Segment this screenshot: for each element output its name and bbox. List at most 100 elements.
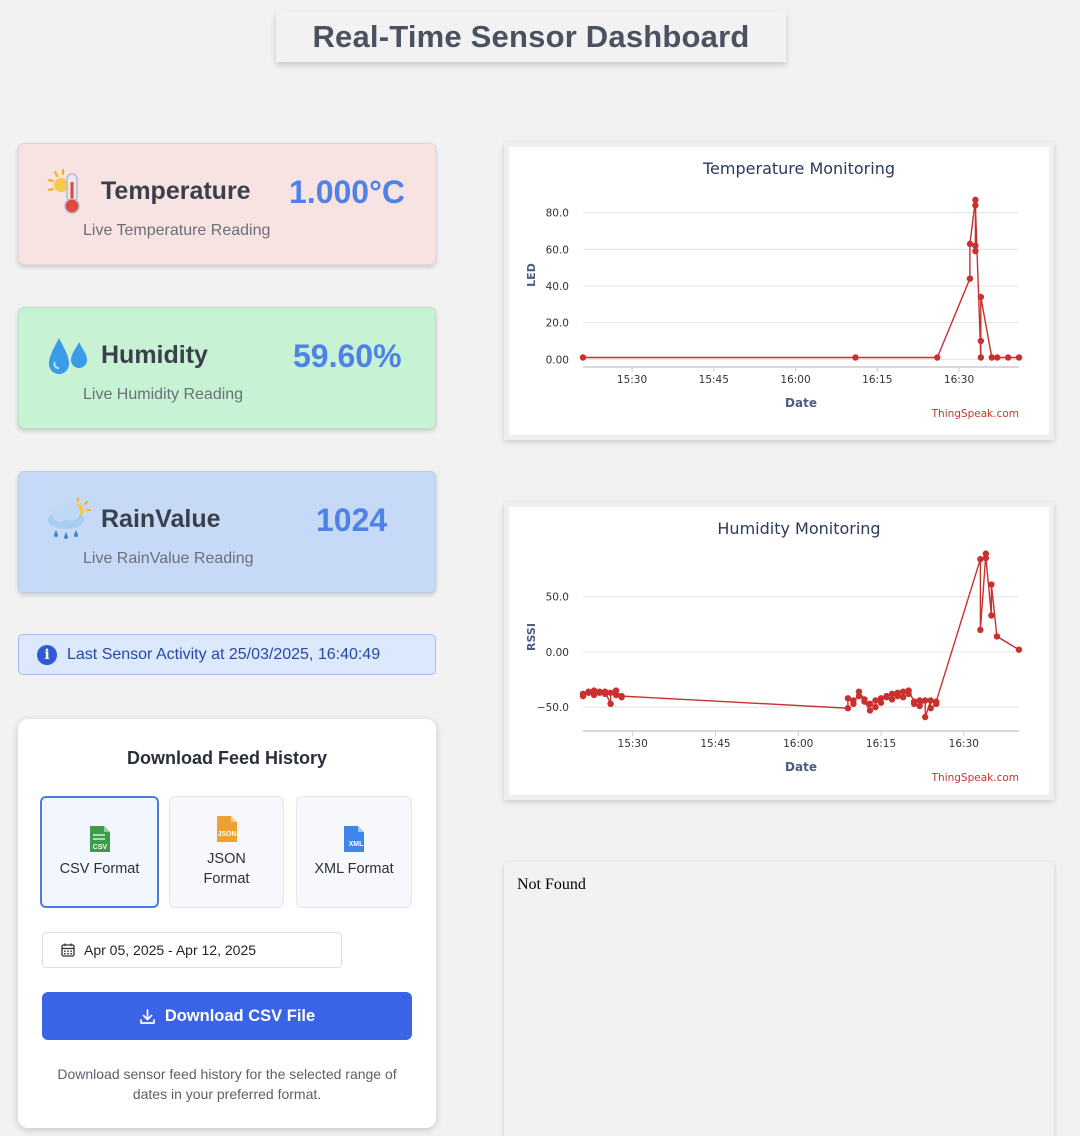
xml-format-option[interactable]: XML XML Format: [296, 796, 412, 908]
y-tick-label: 40.0: [546, 281, 569, 293]
data-point: [977, 626, 984, 634]
not-found-text: Not Found: [517, 876, 586, 893]
data-point: [1004, 354, 1012, 361]
data-point: [905, 687, 912, 694]
data-point: [855, 688, 863, 695]
thermometer-icon: [47, 168, 80, 214]
temperature-label: Temperature: [101, 177, 251, 205]
x-tick-label: 16:30: [949, 738, 979, 750]
date-range-picker[interactable]: Apr 05, 2025 - Apr 12, 2025: [42, 932, 342, 968]
last-activity-alert: i Last Sensor Activity at 25/03/2025, 16…: [18, 634, 436, 675]
calendar-icon: [61, 943, 75, 957]
data-point: [866, 700, 874, 708]
download-csv-button[interactable]: Download CSV File: [42, 992, 412, 1040]
x-tick-label: 16:00: [780, 374, 810, 386]
data-point: [590, 687, 598, 694]
chart-title: Temperature Monitoring: [702, 159, 895, 178]
data-point: [866, 707, 874, 714]
download-icon: [139, 1008, 155, 1024]
data-point: [1015, 354, 1023, 361]
data-point: [933, 698, 940, 705]
humidity-value: 59.60%: [293, 338, 402, 374]
data-point: [899, 688, 907, 695]
x-axis-label: Date: [785, 396, 817, 410]
x-tick-label: 16:00: [783, 738, 813, 750]
download-panel: Download Feed History CSV CSV Format JSO…: [18, 719, 436, 1128]
humidity-subtitle: Live Humidity Reading: [83, 386, 244, 403]
download-description: Download sensor feed history for the sel…: [57, 1066, 397, 1102]
data-point: [607, 700, 614, 708]
data-point: [966, 275, 974, 282]
y-tick-label: 0.00: [546, 354, 569, 366]
data-point: [934, 354, 941, 361]
data-point: [852, 354, 859, 361]
data-point: [988, 354, 995, 361]
rain-label: RainValue: [101, 505, 221, 533]
data-point: [861, 698, 868, 705]
data-point: [977, 354, 985, 361]
x-tick-label: 16:15: [866, 738, 896, 750]
csv-badge: CSV: [92, 844, 107, 851]
data-point: [872, 703, 879, 711]
json-format-option[interactable]: JSON JSON Format: [169, 796, 284, 908]
date-range-value: Apr 05, 2025 - Apr 12, 2025: [84, 942, 257, 958]
data-point: [877, 695, 885, 702]
data-point: [888, 690, 896, 698]
y-axis-label: LED: [525, 263, 538, 287]
data-point: [596, 688, 603, 695]
x-tick-label: 16:15: [862, 374, 892, 386]
x-tick-label: 15:30: [617, 374, 647, 386]
data-point: [921, 697, 929, 704]
json-badge: JSON: [217, 831, 236, 838]
data-point: [601, 688, 609, 695]
humidity-chart: Humidity Monitoring −50.0 0.00 50.0 15:30 15:…: [525, 519, 1023, 784]
data-point: [844, 705, 852, 712]
x-tick-label: 15:45: [699, 374, 729, 386]
droplets-icon: [49, 338, 87, 374]
xml-file-icon: XML: [344, 826, 364, 852]
data-point: [993, 633, 1001, 640]
data-point: [921, 713, 929, 721]
page-title-box: Real-Time Sensor Dashboard: [276, 12, 786, 62]
last-activity-text: Last Sensor Activity at 25/03/2025, 16:4…: [67, 645, 381, 663]
data-point: [894, 689, 901, 696]
humidity-chart-card: Humidity Monitoring −50.0 0.00 50.0 15:30 15:…: [504, 502, 1054, 800]
download-button-label: Download CSV File: [164, 1006, 316, 1025]
data-point: [883, 692, 890, 700]
rain-subtitle: Live RainValue Reading: [83, 550, 254, 567]
data-point: [988, 581, 995, 588]
json-format-label: JSON Format: [203, 851, 250, 887]
data-point: [579, 354, 587, 361]
data-point: [994, 354, 1001, 361]
chart-credit: ThingSpeak.com: [931, 772, 1019, 784]
data-point: [927, 705, 934, 712]
data-point: [850, 697, 857, 704]
csv-format-option[interactable]: CSV CSV Format: [40, 796, 159, 908]
data-point: [972, 202, 979, 209]
data-point: [927, 697, 934, 704]
data-point: [899, 693, 907, 701]
temperature-card: Temperature 1.000°C Live Temperature Rea…: [18, 143, 436, 265]
data-point: [972, 242, 979, 249]
rain-card: RainValue 1024 Live RainValue Reading: [18, 471, 436, 593]
chart-title: Humidity Monitoring: [717, 519, 880, 538]
data-point: [910, 700, 918, 708]
rain-value: 1024: [316, 502, 388, 538]
y-tick-label: 60.0: [546, 244, 569, 256]
data-point: [844, 695, 852, 702]
data-point: [977, 293, 985, 301]
x-tick-label: 15:30: [618, 738, 648, 750]
data-point: [607, 689, 614, 696]
y-tick-label: −50.0: [537, 702, 569, 714]
download-title: Download Feed History: [126, 748, 328, 768]
humidity-card: Humidity 59.60% Live Humidity Reading: [18, 307, 436, 429]
x-axis-label: Date: [785, 760, 817, 774]
data-point: [916, 702, 923, 710]
x-tick-label: 16:30: [944, 374, 974, 386]
data-point: [872, 697, 879, 704]
data-point: [618, 692, 625, 700]
x-tick-label: 15:45: [700, 738, 730, 750]
json-file-icon: JSON: [216, 816, 237, 842]
chart-credit: ThingSpeak.com: [931, 408, 1019, 420]
y-tick-label: 0.00: [546, 647, 569, 659]
